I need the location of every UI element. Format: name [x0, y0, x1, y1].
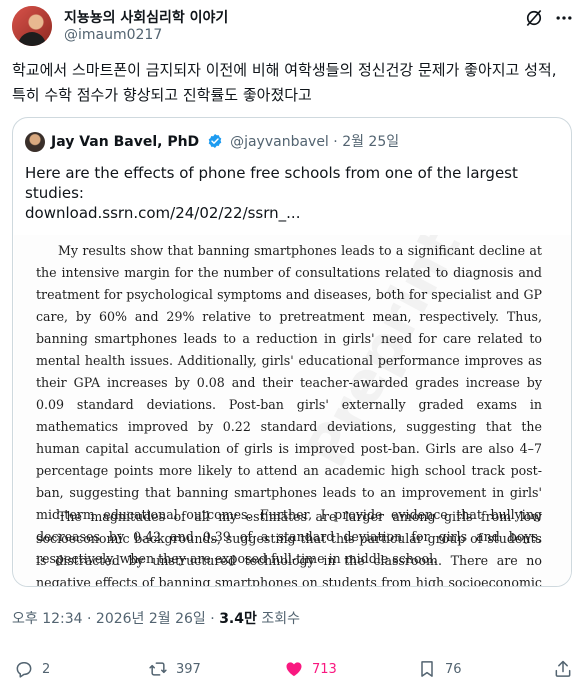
bookmark-icon: [421, 661, 433, 677]
tweet-text: 학교에서 스마트폰이 금지되자 이전에 비해 여학생들의 정신건강 문제가 좋아…: [12, 61, 557, 104]
quoted-tweet-header: Jay Van Bavel, PhD @jayvanbavel · 2월 25일: [51, 132, 399, 152]
meta-dot-2: ·: [210, 611, 215, 627]
author-handle[interactable]: @imaum0217: [64, 27, 162, 43]
quoted-separator: ·: [333, 134, 338, 150]
like-count: 713: [312, 661, 337, 677]
quoted-author-avatar: [25, 132, 45, 152]
retweet-icon: [149, 662, 167, 676]
view-label: 조회수: [261, 611, 300, 627]
reply-icon: [16, 662, 32, 678]
quoted-tweet-text: Here are the effects of phone free schoo…: [25, 164, 518, 202]
verified-badge-icon: [208, 134, 221, 148]
grok-icon[interactable]: [524, 8, 544, 28]
tweet-date[interactable]: 2026년 2월 26일: [96, 611, 206, 627]
retweet-button[interactable]: 397: [148, 652, 201, 686]
quoted-author-handle: @jayvanbavel: [230, 134, 329, 150]
share-icon: [555, 660, 571, 677]
share-button[interactable]: [553, 652, 581, 686]
quoted-author-name: Jay Van Bavel, PhD: [51, 134, 200, 150]
reply-button[interactable]: 2: [14, 652, 50, 686]
quoted-tweet[interactable]: Jay Van Bavel, PhD @jayvanbavel · 2월 25일…: [12, 117, 572, 587]
heart-icon: [286, 662, 302, 677]
retweet-count: 397: [176, 661, 201, 677]
paper-excerpt-image[interactable]: Preprint My results show that banning sm…: [14, 235, 571, 587]
reply-count: 2: [42, 661, 51, 677]
more-options-icon[interactable]: [554, 8, 574, 28]
like-button[interactable]: 713: [284, 652, 337, 686]
tweet-meta: 오후 12:34 · 2026년 2월 26일 · 3.4만 조회수: [12, 608, 300, 628]
view-count: 3.4만: [219, 611, 257, 627]
tweet-header: 지뇽뇽의 사회심리학 이야기 @imaum0217: [12, 6, 574, 46]
quoted-tweet-link[interactable]: download.ssrn.com/24/02/22/ssrn_...: [25, 203, 300, 223]
action-bar: 2 397 713 76: [0, 652, 586, 686]
author-avatar[interactable]: [12, 6, 52, 46]
author-name[interactable]: 지뇽뇽의 사회심리학 이야기: [64, 7, 228, 27]
meta-dot: ·: [87, 611, 92, 627]
bookmark-button[interactable]: 76: [417, 652, 462, 686]
bookmark-count: 76: [445, 661, 462, 677]
quoted-date: 2월 25일: [342, 134, 400, 150]
tweet-time[interactable]: 오후 12:34: [12, 611, 83, 627]
paper-paragraph-2: The magnitudes of all my estimates are l…: [36, 509, 542, 587]
